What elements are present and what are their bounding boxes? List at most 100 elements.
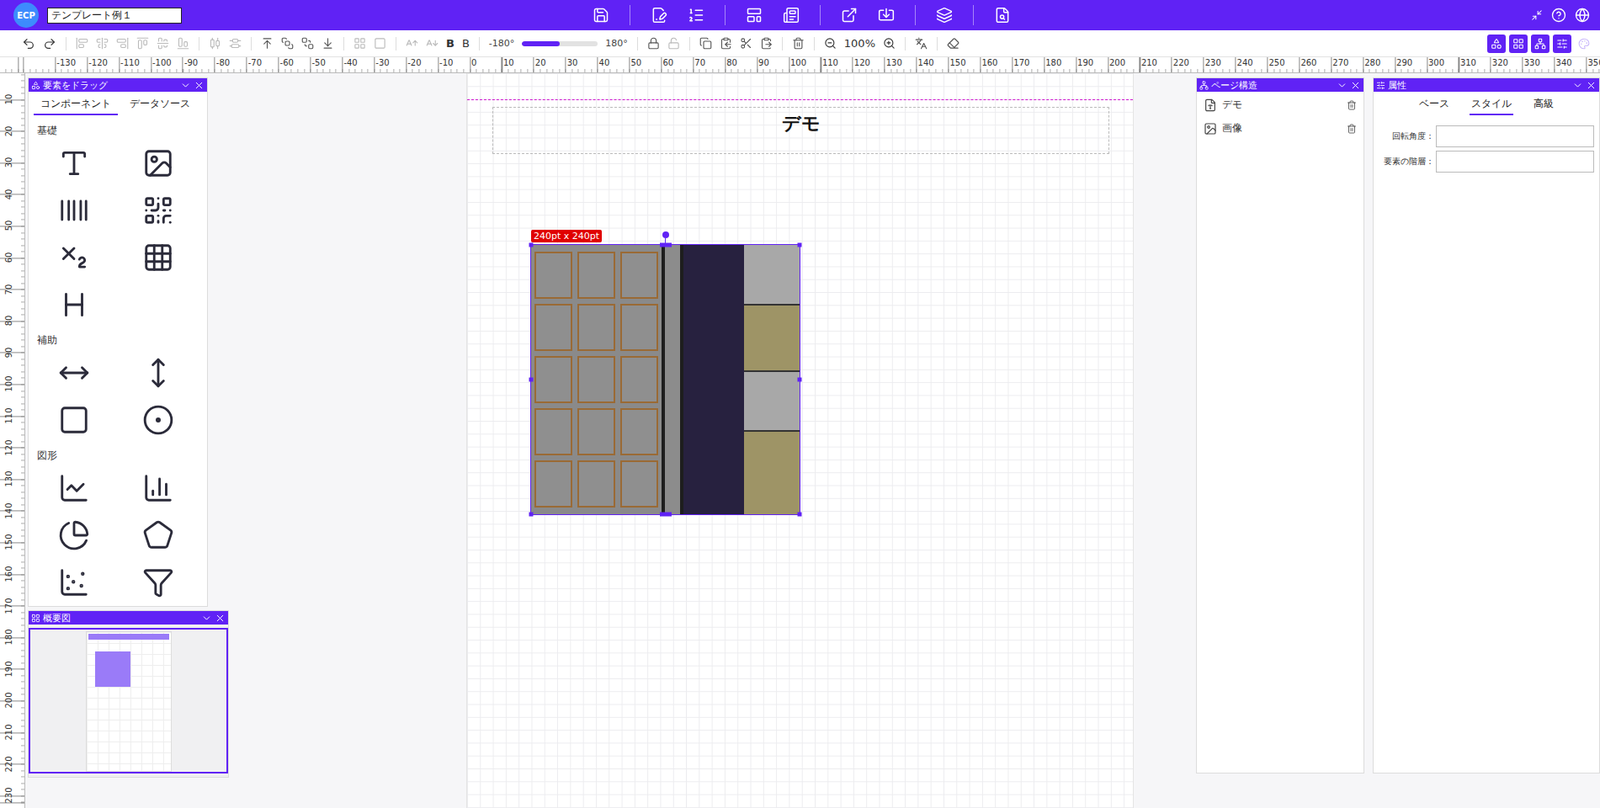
paste-icon[interactable] bbox=[760, 37, 773, 50]
properties-tab[interactable]: 高級 bbox=[1531, 95, 1556, 116]
element-panel-header[interactable]: 要素をドラッグ bbox=[28, 78, 208, 92]
layers-icon[interactable] bbox=[935, 6, 953, 24]
zoom-in-icon[interactable] bbox=[882, 37, 896, 50]
distribute-vertical-icon[interactable] bbox=[228, 37, 242, 50]
language-icon[interactable] bbox=[1574, 7, 1590, 23]
component-item[interactable] bbox=[55, 469, 93, 507]
view-toggle-button[interactable] bbox=[1509, 34, 1528, 54]
radar-chart-icon[interactable] bbox=[142, 519, 175, 552]
resize-handle[interactable] bbox=[529, 377, 534, 383]
resize-handle[interactable] bbox=[529, 512, 534, 517]
collapse-icon[interactable] bbox=[1572, 79, 1584, 91]
component-item[interactable] bbox=[55, 191, 93, 229]
duplicate-icon[interactable] bbox=[719, 37, 733, 50]
resize-handle[interactable] bbox=[529, 243, 534, 248]
barcode-icon[interactable] bbox=[58, 194, 91, 227]
font-decrease-icon[interactable] bbox=[425, 37, 439, 50]
funnel-chart-icon[interactable] bbox=[142, 566, 175, 599]
layout-icon[interactable] bbox=[745, 6, 763, 24]
structure-item[interactable]: 画像 bbox=[1196, 115, 1364, 139]
view-toggle-button[interactable] bbox=[1487, 34, 1506, 54]
align-bottom-icon[interactable] bbox=[176, 37, 190, 50]
image-element[interactable]: 240pt x 240pt bbox=[531, 244, 800, 515]
export-icon[interactable] bbox=[840, 6, 858, 24]
trash-icon[interactable] bbox=[1346, 123, 1357, 134]
align-middle-icon[interactable] bbox=[156, 37, 170, 50]
normal-weight-button[interactable]: B bbox=[462, 37, 470, 50]
translate-icon[interactable] bbox=[914, 37, 928, 50]
text-icon[interactable] bbox=[58, 147, 91, 180]
ungroup-icon[interactable] bbox=[373, 37, 387, 50]
component-item[interactable] bbox=[139, 239, 177, 277]
resize-handle[interactable] bbox=[797, 512, 803, 517]
template-title-input[interactable]: テンプレート例１ bbox=[47, 7, 182, 24]
field-input[interactable] bbox=[1435, 125, 1595, 148]
structure-item[interactable]: デモ bbox=[1196, 91, 1364, 116]
bar-chart-icon[interactable] bbox=[142, 472, 175, 505]
vertical-line-icon[interactable] bbox=[142, 356, 175, 389]
save-icon[interactable] bbox=[592, 6, 610, 24]
page-canvas[interactable]: デモ240pt x 240pt bbox=[466, 73, 1134, 808]
cut-icon[interactable] bbox=[739, 37, 753, 50]
component-item[interactable] bbox=[139, 469, 177, 507]
component-item[interactable] bbox=[55, 516, 93, 554]
send-backward-icon[interactable] bbox=[301, 37, 314, 50]
panel-tab[interactable]: コンポーネント bbox=[33, 95, 118, 116]
resize-handle[interactable] bbox=[659, 512, 672, 517]
table-icon[interactable] bbox=[142, 241, 175, 274]
clear-format-icon[interactable] bbox=[946, 37, 960, 50]
component-item[interactable] bbox=[55, 401, 93, 439]
component-item[interactable] bbox=[55, 144, 93, 182]
align-right-icon[interactable] bbox=[116, 37, 129, 50]
align-left-icon[interactable] bbox=[75, 37, 89, 50]
circle-icon[interactable] bbox=[142, 403, 175, 436]
qrcode-icon[interactable] bbox=[142, 194, 175, 227]
collapse-icon[interactable] bbox=[180, 79, 192, 91]
component-item[interactable] bbox=[139, 563, 177, 601]
panel-tab[interactable]: データソース bbox=[117, 95, 202, 116]
horizontal-line-icon[interactable] bbox=[58, 356, 91, 389]
redo-icon[interactable] bbox=[42, 37, 57, 51]
component-item[interactable] bbox=[139, 401, 177, 439]
close-icon[interactable] bbox=[1350, 79, 1361, 91]
import-icon[interactable] bbox=[877, 6, 895, 24]
resize-handle[interactable] bbox=[797, 377, 803, 383]
view-toggle-button[interactable] bbox=[1574, 34, 1594, 54]
close-icon[interactable] bbox=[1585, 79, 1597, 91]
resize-handle[interactable] bbox=[797, 243, 803, 248]
bring-forward-icon[interactable] bbox=[281, 37, 294, 50]
component-item[interactable] bbox=[55, 354, 93, 392]
group-icon[interactable] bbox=[353, 37, 367, 50]
overview-viewport[interactable] bbox=[28, 627, 229, 774]
properties-tab[interactable]: ベース bbox=[1417, 95, 1452, 116]
minimize-icon[interactable] bbox=[1530, 9, 1543, 22]
line-chart-icon[interactable] bbox=[58, 472, 91, 505]
bold-button[interactable]: B bbox=[446, 37, 455, 50]
image-icon[interactable] bbox=[142, 147, 175, 180]
unlock-icon[interactable] bbox=[667, 37, 681, 50]
send-bottom-icon[interactable] bbox=[321, 37, 335, 50]
structure-panel-header[interactable]: ページ構造 bbox=[1196, 78, 1364, 92]
pie-chart-icon[interactable] bbox=[58, 519, 91, 552]
subscript-text-icon[interactable] bbox=[58, 241, 91, 274]
delete-icon[interactable] bbox=[792, 37, 805, 50]
collapse-icon[interactable] bbox=[201, 612, 213, 624]
undo-icon[interactable] bbox=[21, 37, 36, 51]
component-item[interactable] bbox=[55, 286, 93, 324]
view-toggle-button[interactable] bbox=[1552, 34, 1572, 54]
edit-icon[interactable] bbox=[650, 6, 668, 24]
view-toggle-button[interactable] bbox=[1530, 34, 1550, 54]
overview-panel-header[interactable]: 概要図 bbox=[28, 611, 229, 625]
preview-icon[interactable] bbox=[994, 6, 1011, 24]
component-item[interactable] bbox=[139, 191, 177, 229]
component-item[interactable] bbox=[139, 144, 177, 182]
component-item[interactable] bbox=[139, 516, 177, 554]
component-item[interactable] bbox=[139, 354, 177, 392]
component-item[interactable] bbox=[55, 239, 93, 277]
component-item[interactable] bbox=[55, 563, 93, 601]
rotate-handle[interactable] bbox=[662, 231, 670, 239]
lock-icon[interactable] bbox=[647, 37, 660, 50]
properties-tab[interactable]: スタイル bbox=[1469, 95, 1514, 116]
properties-toggle-icon[interactable] bbox=[1556, 37, 1569, 50]
distribute-horizontal-icon[interactable] bbox=[208, 37, 222, 50]
